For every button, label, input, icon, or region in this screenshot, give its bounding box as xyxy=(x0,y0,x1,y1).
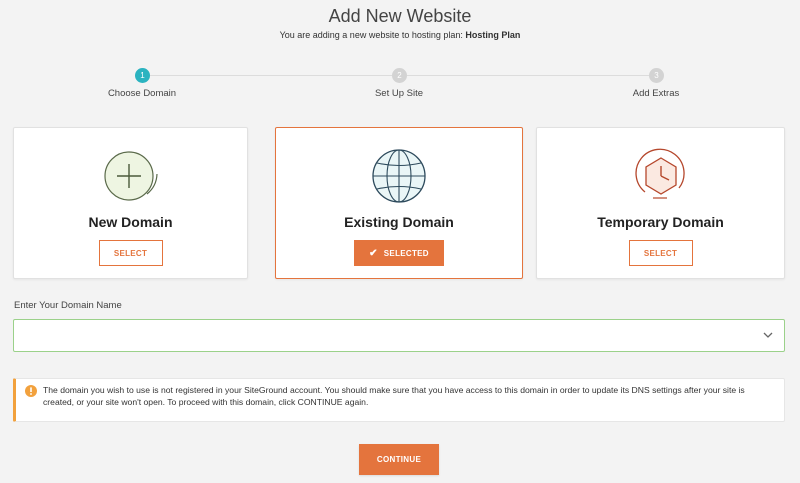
step-1-circle: 1 xyxy=(135,68,150,83)
select-new-domain-button[interactable]: SELECT xyxy=(98,240,163,266)
subtitle-text: You are adding a new website to hosting … xyxy=(279,30,466,40)
continue-button[interactable]: CONTINUE xyxy=(359,444,439,475)
step-2-label: Set Up Site xyxy=(374,88,424,99)
globe-icon xyxy=(372,149,426,203)
step-connector xyxy=(407,75,649,76)
page-title: Add New Website xyxy=(328,6,472,26)
domain-name-label: Enter Your Domain Name xyxy=(14,300,122,311)
selected-existing-domain-button[interactable]: ✔ SELECTED xyxy=(354,240,444,266)
step-3-label: Add Extras xyxy=(632,88,680,99)
step-1-label: Choose Domain xyxy=(107,88,177,99)
step-connector xyxy=(150,75,392,76)
temporary-domain-card[interactable]: Temporary Domain SELECT xyxy=(536,127,785,279)
card-title: Temporary Domain xyxy=(597,214,724,230)
domain-name-select[interactable] xyxy=(13,319,785,352)
clock-icon xyxy=(634,148,685,199)
check-icon: ✔ xyxy=(369,247,378,259)
card-title: Existing Domain xyxy=(344,214,454,230)
chevron-down-icon[interactable] xyxy=(762,329,774,341)
plus-circle-icon xyxy=(103,151,158,201)
warning-alert: The domain you wish to use is not regist… xyxy=(13,378,785,422)
existing-domain-card[interactable]: Existing Domain ✔ SELECTED xyxy=(275,127,523,279)
button-label: SELECTED xyxy=(383,248,429,258)
warning-icon xyxy=(25,385,37,397)
page-subtitle: You are adding a new website to hosting … xyxy=(0,30,800,40)
step-2-circle: 2 xyxy=(392,68,407,83)
plan-name: Hosting Plan xyxy=(465,30,521,40)
step-3-circle: 3 xyxy=(649,68,664,83)
card-title: New Domain xyxy=(88,214,173,230)
warning-text: The domain you wish to use is not regist… xyxy=(43,385,745,407)
select-temporary-domain-button[interactable]: SELECT xyxy=(628,240,693,266)
new-domain-card[interactable]: New Domain SELECT xyxy=(13,127,248,279)
